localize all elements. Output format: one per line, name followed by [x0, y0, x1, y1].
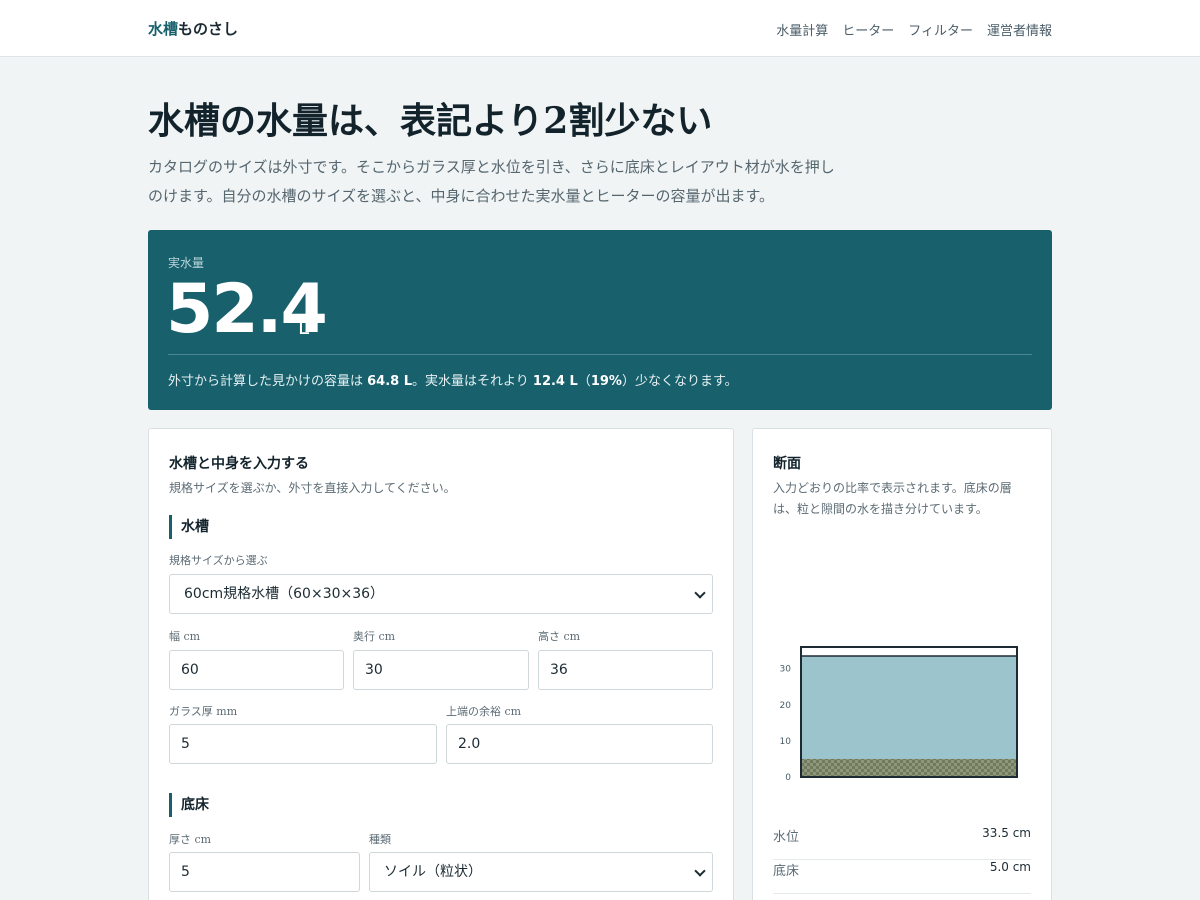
brand-rest: ものさし — [178, 20, 239, 38]
chevron-down-icon — [694, 865, 706, 877]
substrate-type-value: ソイル（粒状） — [384, 864, 482, 880]
input-card: 水槽と中身を入力する 規格サイズを選ぶか、外寸を直接入力してください。 水槽 規… — [148, 428, 734, 900]
height-label: 高さ cm — [538, 630, 581, 643]
stat-label: 水位 — [773, 830, 800, 845]
preset-size-select[interactable]: 60cm規格水槽（60×30×36） — [169, 574, 713, 614]
brand-logo[interactable]: 水槽ものさし — [148, 18, 238, 39]
stat-value: 5.0 cm — [989, 860, 1031, 874]
stat-label: 底床 — [773, 864, 800, 879]
apparent-volume: 64.8 L — [367, 374, 413, 389]
result-panel: 実水量 52.4 L 外寸から計算した見かけの容量は 64.8 L。実水量はそれ… — [148, 230, 1052, 410]
glass-thickness-label: ガラス厚 mm — [169, 705, 238, 718]
substrate-section-heading: 底床 — [169, 793, 209, 817]
glass-thickness-input[interactable]: 5 — [169, 724, 437, 764]
nav-link-volume[interactable]: 水量計算 — [776, 20, 828, 39]
depth-input[interactable]: 30 — [353, 650, 529, 690]
depth-label: 奥行 cm — [353, 630, 396, 643]
top-margin-label: 上端の余裕 cm — [446, 705, 522, 718]
cross-section-diagram: 30 20 10 0 — [780, 646, 1018, 783]
y-tick-label: 20 — [780, 701, 792, 711]
page-title: 水槽の水量は、表記より2割少ない — [148, 100, 713, 142]
note-suffix: ）少なくなります。 — [621, 374, 738, 389]
result-unit: L — [298, 315, 310, 339]
result-divider — [168, 354, 1032, 355]
y-tick-label: 10 — [780, 737, 792, 747]
difference-percent: 19% — [590, 374, 622, 389]
cross-section-card: 断面 入力どおりの比率で表示されます。底床の層は、粒と隙間の水を描き分けています… — [752, 428, 1052, 900]
y-tick-label: 0 — [785, 773, 791, 783]
cross-section-title: 断面 — [773, 456, 801, 472]
y-tick-label: 30 — [780, 665, 792, 675]
water-layer — [801, 656, 1017, 777]
width-label: 幅 cm — [169, 630, 201, 643]
substrate-layer — [801, 758, 1017, 777]
stat-row-substrate: 底床 5.0 cm — [773, 860, 1031, 894]
top-margin-input[interactable]: 2.0 — [446, 724, 713, 764]
top-navbar: 水槽ものさし 水量計算 ヒーター フィルター 運営者情報 — [0, 0, 1200, 57]
result-label: 実水量 — [168, 256, 205, 270]
preset-size-value: 60cm規格水槽（60×30×36） — [184, 586, 385, 602]
nav-link-heater[interactable]: ヒーター — [842, 20, 894, 39]
result-note: 外寸から計算した見かけの容量は 64.8 L。実水量はそれより 12.4 L（1… — [168, 370, 738, 389]
height-input[interactable]: 36 — [538, 650, 713, 690]
nav-link-about[interactable]: 運営者情報 — [987, 20, 1052, 39]
input-card-description: 規格サイズを選ぶか、外寸を直接入力してください。 — [169, 481, 456, 495]
stat-value: 33.5 cm — [982, 826, 1031, 840]
substrate-thickness-input[interactable]: 5 — [169, 852, 360, 892]
input-card-title: 水槽と中身を入力する — [169, 456, 309, 472]
preset-label: 規格サイズから選ぶ — [169, 554, 268, 567]
substrate-type-select[interactable]: ソイル（粒状） — [369, 852, 713, 892]
brand-accent: 水槽 — [148, 20, 179, 38]
nav-link-filter[interactable]: フィルター — [908, 20, 973, 39]
substrate-type-label: 種類 — [369, 833, 391, 846]
note-paren: （ — [577, 374, 591, 389]
note-prefix: 外寸から計算した見かけの容量は — [168, 374, 368, 389]
chevron-down-icon — [694, 587, 706, 599]
cross-section-description: 入力どおりの比率で表示されます。底床の層は、粒と隙間の水を描き分けています。 — [773, 481, 1012, 516]
main-nav: 水量計算 ヒーター フィルター 運営者情報 — [776, 20, 1052, 39]
stat-row-water-level: 水位 33.5 cm — [773, 826, 1031, 860]
volume-difference: 12.4 L — [532, 374, 578, 389]
tank-section-heading: 水槽 — [169, 515, 209, 539]
note-mid: 。実水量はそれより — [412, 374, 533, 389]
width-input[interactable]: 60 — [169, 650, 344, 690]
page-subtitle: カタログのサイズは外寸です。そこからガラス厚と水位を引き、さらに底床とレイアウト… — [148, 158, 835, 205]
substrate-thickness-label: 厚さ cm — [169, 833, 212, 846]
